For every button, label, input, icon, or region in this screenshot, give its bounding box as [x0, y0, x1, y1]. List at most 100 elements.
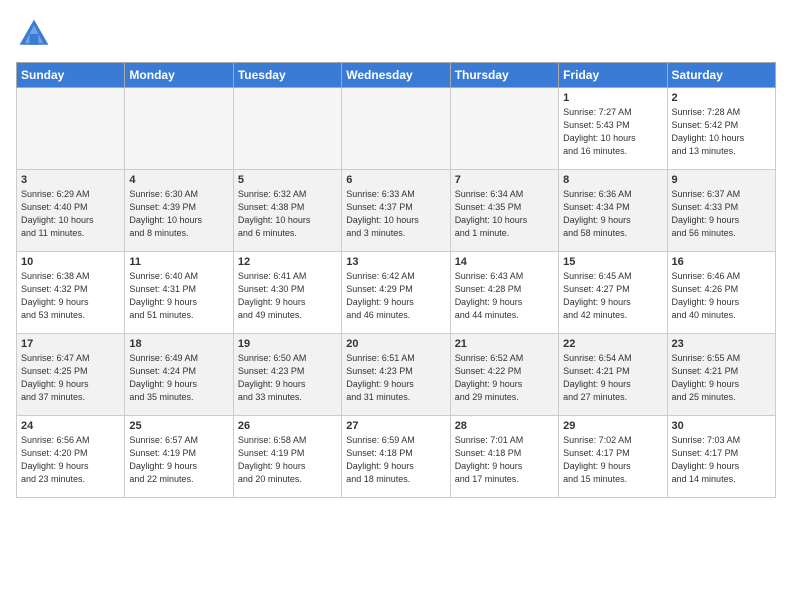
header	[16, 16, 776, 52]
day-info: Sunrise: 6:55 AM Sunset: 4:21 PM Dayligh…	[672, 352, 771, 404]
calendar: SundayMondayTuesdayWednesdayThursdayFrid…	[16, 62, 776, 498]
calendar-cell: 26Sunrise: 6:58 AM Sunset: 4:19 PM Dayli…	[233, 416, 341, 498]
calendar-header-sunday: Sunday	[17, 63, 125, 88]
day-number: 17	[21, 338, 120, 350]
calendar-header-wednesday: Wednesday	[342, 63, 450, 88]
day-info: Sunrise: 6:29 AM Sunset: 4:40 PM Dayligh…	[21, 188, 120, 240]
logo	[16, 16, 56, 52]
calendar-week-2: 3 Sunrise: 6:29 AM Sunset: 4:40 PM Daylig…	[17, 170, 776, 252]
day-number: 23	[672, 338, 771, 350]
day-number: 3	[21, 174, 120, 186]
day-info: Sunrise: 6:40 AM Sunset: 4:31 PM Dayligh…	[129, 270, 228, 322]
day-info: Sunrise: 6:43 AM Sunset: 4:28 PM Dayligh…	[455, 270, 554, 322]
calendar-cell: 17 Sunrise: 6:47 AM Sunset: 4:25 PM Dayli…	[17, 334, 125, 416]
day-info: Sunrise: 6:59 AM Sunset: 4:18 PM Dayligh…	[346, 434, 445, 486]
day-info: Sunrise: 6:42 AM Sunset: 4:29 PM Dayligh…	[346, 270, 445, 322]
day-number: 6	[346, 174, 445, 186]
day-info: Sunrise: 6:45 AM Sunset: 4:27 PM Dayligh…	[563, 270, 662, 322]
day-number: 19	[238, 338, 337, 350]
calendar-cell: 7 Sunrise: 6:34 AM Sunset: 4:35 PM Daylig…	[450, 170, 558, 252]
calendar-cell: 18 Sunrise: 6:49 AM Sunset: 4:24 PM Dayli…	[125, 334, 233, 416]
day-info: Sunrise: 6:49 AM Sunset: 4:24 PM Dayligh…	[129, 352, 228, 404]
logo-icon	[16, 16, 52, 52]
day-info: Sunrise: 6:37 AM Sunset: 4:33 PM Dayligh…	[672, 188, 771, 240]
calendar-week-5: 24 Sunrise: 6:56 AM Sunset: 4:20 PM Dayli…	[17, 416, 776, 498]
calendar-cell: 2 Sunrise: 7:28 AM Sunset: 5:42 PM Daylig…	[667, 88, 775, 170]
day-info: Sunrise: 6:38 AM Sunset: 4:32 PM Dayligh…	[21, 270, 120, 322]
day-info: Sunrise: 6:54 AM Sunset: 4:21 PM Dayligh…	[563, 352, 662, 404]
calendar-cell: 14Sunrise: 6:43 AM Sunset: 4:28 PM Dayli…	[450, 252, 558, 334]
calendar-cell: 30 Sunrise: 7:03 AM Sunset: 4:17 PM Dayli…	[667, 416, 775, 498]
calendar-week-1: 1 Sunrise: 7:27 AM Sunset: 5:43 PM Daylig…	[17, 88, 776, 170]
day-info: Sunrise: 6:56 AM Sunset: 4:20 PM Dayligh…	[21, 434, 120, 486]
day-number: 26	[238, 420, 337, 432]
day-info: Sunrise: 7:02 AM Sunset: 4:17 PM Dayligh…	[563, 434, 662, 486]
calendar-cell: 25Sunrise: 6:57 AM Sunset: 4:19 PM Dayli…	[125, 416, 233, 498]
calendar-cell: 6Sunrise: 6:33 AM Sunset: 4:37 PM Daylig…	[342, 170, 450, 252]
calendar-cell	[125, 88, 233, 170]
day-info: Sunrise: 6:50 AM Sunset: 4:23 PM Dayligh…	[238, 352, 337, 404]
calendar-cell: 19 Sunrise: 6:50 AM Sunset: 4:23 PM Dayli…	[233, 334, 341, 416]
day-info: Sunrise: 6:36 AM Sunset: 4:34 PM Dayligh…	[563, 188, 662, 240]
calendar-header-monday: Monday	[125, 63, 233, 88]
calendar-cell: 12Sunrise: 6:41 AM Sunset: 4:30 PM Dayli…	[233, 252, 341, 334]
calendar-cell: 23 Sunrise: 6:55 AM Sunset: 4:21 PM Dayli…	[667, 334, 775, 416]
day-number: 27	[346, 420, 445, 432]
day-number: 15	[563, 256, 662, 268]
day-info: Sunrise: 7:01 AM Sunset: 4:18 PM Dayligh…	[455, 434, 554, 486]
day-number: 2	[672, 92, 771, 104]
day-number: 4	[129, 174, 228, 186]
day-info: Sunrise: 7:28 AM Sunset: 5:42 PM Dayligh…	[672, 106, 771, 158]
day-info: Sunrise: 6:34 AM Sunset: 4:35 PM Dayligh…	[455, 188, 554, 240]
calendar-header-saturday: Saturday	[667, 63, 775, 88]
day-info: Sunrise: 7:27 AM Sunset: 5:43 PM Dayligh…	[563, 106, 662, 158]
calendar-cell: 5Sunrise: 6:32 AM Sunset: 4:38 PM Daylig…	[233, 170, 341, 252]
day-number: 22	[563, 338, 662, 350]
day-number: 7	[455, 174, 554, 186]
day-number: 12	[238, 256, 337, 268]
day-number: 25	[129, 420, 228, 432]
day-number: 8	[563, 174, 662, 186]
calendar-cell	[233, 88, 341, 170]
day-info: Sunrise: 7:03 AM Sunset: 4:17 PM Dayligh…	[672, 434, 771, 486]
page: SundayMondayTuesdayWednesdayThursdayFrid…	[0, 0, 792, 508]
calendar-cell: 15 Sunrise: 6:45 AM Sunset: 4:27 PM Dayli…	[559, 252, 667, 334]
calendar-cell: 4 Sunrise: 6:30 AM Sunset: 4:39 PM Daylig…	[125, 170, 233, 252]
calendar-header-tuesday: Tuesday	[233, 63, 341, 88]
day-number: 1	[563, 92, 662, 104]
calendar-cell: 13Sunrise: 6:42 AM Sunset: 4:29 PM Dayli…	[342, 252, 450, 334]
calendar-cell: 28 Sunrise: 7:01 AM Sunset: 4:18 PM Dayli…	[450, 416, 558, 498]
calendar-cell	[17, 88, 125, 170]
day-number: 18	[129, 338, 228, 350]
calendar-week-4: 17 Sunrise: 6:47 AM Sunset: 4:25 PM Dayli…	[17, 334, 776, 416]
day-number: 10	[21, 256, 120, 268]
day-number: 28	[455, 420, 554, 432]
calendar-cell: 21 Sunrise: 6:52 AM Sunset: 4:22 PM Dayli…	[450, 334, 558, 416]
calendar-cell: 16Sunrise: 6:46 AM Sunset: 4:26 PM Dayli…	[667, 252, 775, 334]
calendar-week-3: 10 Sunrise: 6:38 AM Sunset: 4:32 PM Dayli…	[17, 252, 776, 334]
day-number: 29	[563, 420, 662, 432]
calendar-cell: 24 Sunrise: 6:56 AM Sunset: 4:20 PM Dayli…	[17, 416, 125, 498]
day-number: 21	[455, 338, 554, 350]
calendar-cell: 3 Sunrise: 6:29 AM Sunset: 4:40 PM Daylig…	[17, 170, 125, 252]
calendar-cell: 20 Sunrise: 6:51 AM Sunset: 4:23 PM Dayli…	[342, 334, 450, 416]
day-info: Sunrise: 6:30 AM Sunset: 4:39 PM Dayligh…	[129, 188, 228, 240]
day-number: 20	[346, 338, 445, 350]
day-number: 9	[672, 174, 771, 186]
calendar-cell: 29 Sunrise: 7:02 AM Sunset: 4:17 PM Dayli…	[559, 416, 667, 498]
calendar-cell: 9 Sunrise: 6:37 AM Sunset: 4:33 PM Daylig…	[667, 170, 775, 252]
calendar-cell: 10 Sunrise: 6:38 AM Sunset: 4:32 PM Dayli…	[17, 252, 125, 334]
calendar-header-friday: Friday	[559, 63, 667, 88]
calendar-cell: 11 Sunrise: 6:40 AM Sunset: 4:31 PM Dayli…	[125, 252, 233, 334]
calendar-cell: 22 Sunrise: 6:54 AM Sunset: 4:21 PM Dayli…	[559, 334, 667, 416]
calendar-header-thursday: Thursday	[450, 63, 558, 88]
calendar-cell	[450, 88, 558, 170]
day-info: Sunrise: 6:52 AM Sunset: 4:22 PM Dayligh…	[455, 352, 554, 404]
day-number: 30	[672, 420, 771, 432]
calendar-cell: 27 Sunrise: 6:59 AM Sunset: 4:18 PM Dayli…	[342, 416, 450, 498]
day-number: 24	[21, 420, 120, 432]
day-number: 11	[129, 256, 228, 268]
day-info: Sunrise: 6:51 AM Sunset: 4:23 PM Dayligh…	[346, 352, 445, 404]
day-info: Sunrise: 6:46 AM Sunset: 4:26 PM Dayligh…	[672, 270, 771, 322]
day-info: Sunrise: 6:47 AM Sunset: 4:25 PM Dayligh…	[21, 352, 120, 404]
